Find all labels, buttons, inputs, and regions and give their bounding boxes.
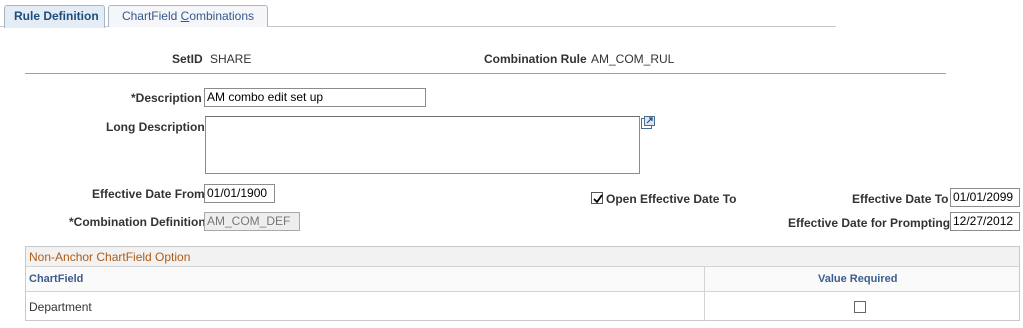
tab-chartfield-combinations-label: ChartField Combinations: [121, 9, 255, 23]
open-effective-date-to-checkbox[interactable]: [591, 192, 603, 204]
open-effective-date-to-label: Open Effective Date To: [606, 192, 737, 206]
checkmark-icon: [593, 194, 603, 204]
description-label: *Description: [131, 91, 202, 105]
grid-header-row: ChartField Value Required: [26, 267, 1019, 292]
long-description-label: Long Description: [106, 120, 205, 134]
combination-definition-label: *Combination Definition: [69, 215, 206, 229]
effective-date-to-label: Effective Date To: [852, 192, 949, 206]
combination-rule-label: Combination Rule: [484, 52, 587, 66]
description-input[interactable]: AM combo edit set up: [204, 88, 426, 107]
setid-value: SHARE: [210, 52, 252, 66]
grid-title: Non-Anchor ChartField Option: [26, 247, 1019, 267]
setid-label: SetID: [172, 52, 203, 66]
chartfield-cell: Department: [29, 300, 92, 314]
tab-rule-definition[interactable]: Rule Definition: [4, 5, 105, 28]
tab-bar: Rule Definition ChartField Combinations: [0, 0, 836, 28]
expand-textarea-icon[interactable]: [641, 116, 655, 129]
combination-rule-value: AM_COM_RUL: [591, 52, 675, 66]
effective-date-from-input[interactable]: 01/01/1900: [204, 184, 275, 203]
header-divider: [25, 73, 946, 74]
effective-date-to-input[interactable]: 01/01/2099: [950, 188, 1020, 207]
tab-rule-definition-label: Rule Definition: [14, 9, 99, 23]
long-description-textarea[interactable]: [205, 116, 640, 174]
non-anchor-chartfield-grid: Non-Anchor ChartField Option ChartField …: [25, 246, 1020, 321]
effective-date-prompting-input[interactable]: 12/27/2012: [950, 212, 1020, 231]
tab-chartfield-combinations[interactable]: ChartField Combinations: [108, 5, 268, 27]
effective-date-from-label: Effective Date From: [92, 187, 205, 201]
combination-definition-field: AM_COM_DEF: [204, 212, 300, 231]
column-header-chartfield[interactable]: ChartField: [29, 267, 83, 292]
table-row: Department: [26, 293, 1019, 321]
effective-date-prompting-label: Effective Date for Prompting: [788, 216, 951, 230]
column-header-value-required[interactable]: Value Required: [818, 267, 897, 292]
value-required-checkbox[interactable]: [854, 301, 866, 313]
